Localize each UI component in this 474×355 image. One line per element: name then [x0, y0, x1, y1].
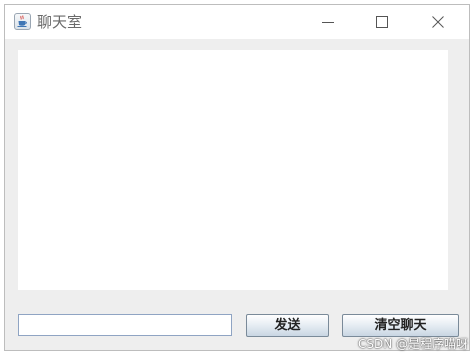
- java-cup-icon: [14, 13, 31, 30]
- close-button[interactable]: [415, 5, 461, 39]
- minimize-icon: [322, 22, 334, 23]
- close-icon: [432, 16, 444, 28]
- watermark-text: CSDN @是程序喵呀: [357, 337, 468, 351]
- send-button[interactable]: 发送: [246, 314, 329, 337]
- maximize-button[interactable]: [359, 5, 405, 39]
- app-window: 聊天室 发送 清空聊天: [4, 4, 470, 351]
- chat-messages-area[interactable]: [18, 50, 448, 290]
- clear-chat-button[interactable]: 清空聊天: [342, 314, 459, 337]
- title-bar[interactable]: 聊天室: [5, 5, 469, 39]
- minimize-button[interactable]: [305, 5, 351, 39]
- window-title: 聊天室: [37, 13, 83, 31]
- maximize-icon: [376, 16, 388, 28]
- message-input[interactable]: [18, 314, 232, 336]
